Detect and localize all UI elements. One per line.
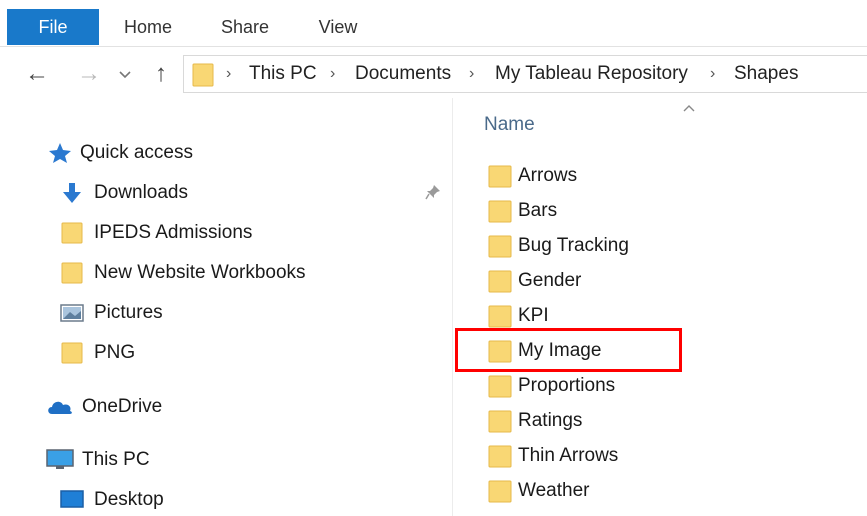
breadcrumb-separator: ›	[710, 65, 716, 82]
nav-item-label: Quick access	[80, 142, 193, 163]
nav-item-quick-access[interactable]: Quick access	[48, 138, 228, 168]
star-icon	[49, 143, 71, 163]
nav-item-png[interactable]: PNG	[60, 338, 180, 368]
arrow-up-icon: ↑	[155, 60, 167, 87]
navigation-bar: ← → ↑ › This PC › Documents › My Tableau…	[0, 50, 867, 98]
tab-file[interactable]: File	[7, 9, 99, 45]
nav-item-this-pc[interactable]: This PC	[46, 445, 226, 475]
list-item-label: Bug Tracking	[518, 235, 629, 256]
cloud-icon	[48, 401, 72, 414]
desktop-icon	[60, 490, 84, 508]
file-explorer-window: File Home Share View ← → ↑ › This PC › D…	[0, 0, 867, 516]
folder-icon	[61, 222, 83, 244]
nav-item-onedrive[interactable]: OneDrive	[46, 392, 226, 422]
ribbon: File Home Share View	[0, 0, 867, 47]
nav-item-label: PNG	[94, 342, 136, 363]
arrow-right-icon: →	[77, 60, 101, 87]
breadcrumb-shapes[interactable]: Shapes	[734, 56, 798, 92]
folder-icon	[488, 270, 512, 293]
nav-item-downloads[interactable]: Downloads	[60, 178, 260, 208]
folder-icon	[488, 235, 512, 258]
pictures-icon	[60, 304, 84, 322]
folder-icon	[488, 375, 512, 398]
tab-view[interactable]: View	[308, 9, 368, 45]
nav-item-label: IPEDS Admissions	[94, 222, 253, 243]
navigation-pane: Quick access Downloads IPEDS Admissions …	[0, 98, 452, 516]
folder-icon	[192, 63, 214, 87]
list-item-label: Ratings	[518, 410, 583, 431]
column-header-name[interactable]: Name	[484, 114, 535, 136]
breadcrumb-separator: ›	[469, 65, 475, 82]
recent-locations-button[interactable]	[114, 58, 136, 90]
file-list: Name Arrows Bars Bug Tracking Gender KPI…	[453, 98, 867, 516]
folder-icon	[488, 305, 512, 328]
folder-icon	[488, 480, 512, 503]
arrow-left-icon: ←	[25, 60, 49, 87]
nav-item-desktop[interactable]: Desktop	[60, 485, 240, 515]
folder-icon	[488, 445, 512, 468]
nav-item-label: This PC	[82, 449, 150, 470]
breadcrumb-this-pc[interactable]: This PC	[249, 56, 317, 92]
folder-icon	[61, 342, 83, 364]
highlight-box	[455, 328, 682, 372]
list-item-label: Arrows	[518, 165, 578, 186]
list-item-label: Gender	[518, 270, 582, 291]
up-button[interactable]: ↑	[146, 58, 176, 90]
pin-icon[interactable]	[425, 184, 441, 200]
list-item-label: Thin Arrows	[518, 445, 619, 466]
chevron-up-icon	[683, 105, 695, 112]
nav-item-pictures[interactable]: Pictures	[60, 298, 240, 328]
back-button[interactable]: ←	[22, 58, 52, 90]
download-icon	[63, 183, 81, 203]
breadcrumb-separator: ›	[330, 65, 336, 82]
breadcrumb-documents[interactable]: Documents	[355, 56, 451, 92]
folder-icon	[61, 262, 83, 284]
ribbon-divider	[0, 46, 867, 47]
chevron-down-icon	[119, 71, 131, 79]
list-item-label: Proportions	[518, 375, 616, 396]
nav-item-label: New Website Workbooks	[94, 262, 306, 283]
breadcrumb-my-tableau-repository[interactable]: My Tableau Repository	[495, 56, 688, 92]
address-bar[interactable]: › This PC › Documents › My Tableau Repos…	[183, 55, 867, 93]
list-item-label: Weather	[518, 480, 590, 501]
breadcrumb-separator: ›	[226, 65, 232, 82]
tab-home[interactable]: Home	[112, 9, 184, 45]
computer-icon	[46, 449, 74, 469]
nav-item-new-website-workbooks[interactable]: New Website Workbooks	[60, 258, 360, 288]
folder-icon	[488, 410, 512, 433]
nav-item-label: OneDrive	[82, 396, 163, 417]
folder-icon	[488, 200, 512, 223]
nav-item-ipeds-admissions[interactable]: IPEDS Admissions	[60, 218, 320, 248]
list-item-label: KPI	[518, 305, 549, 326]
list-item-label: Bars	[518, 200, 558, 221]
nav-item-label: Pictures	[94, 302, 163, 323]
nav-item-label: Desktop	[94, 489, 164, 510]
nav-item-label: Downloads	[94, 182, 188, 203]
forward-button[interactable]: →	[74, 58, 104, 90]
folder-icon	[488, 165, 512, 188]
tab-share[interactable]: Share	[212, 9, 278, 45]
